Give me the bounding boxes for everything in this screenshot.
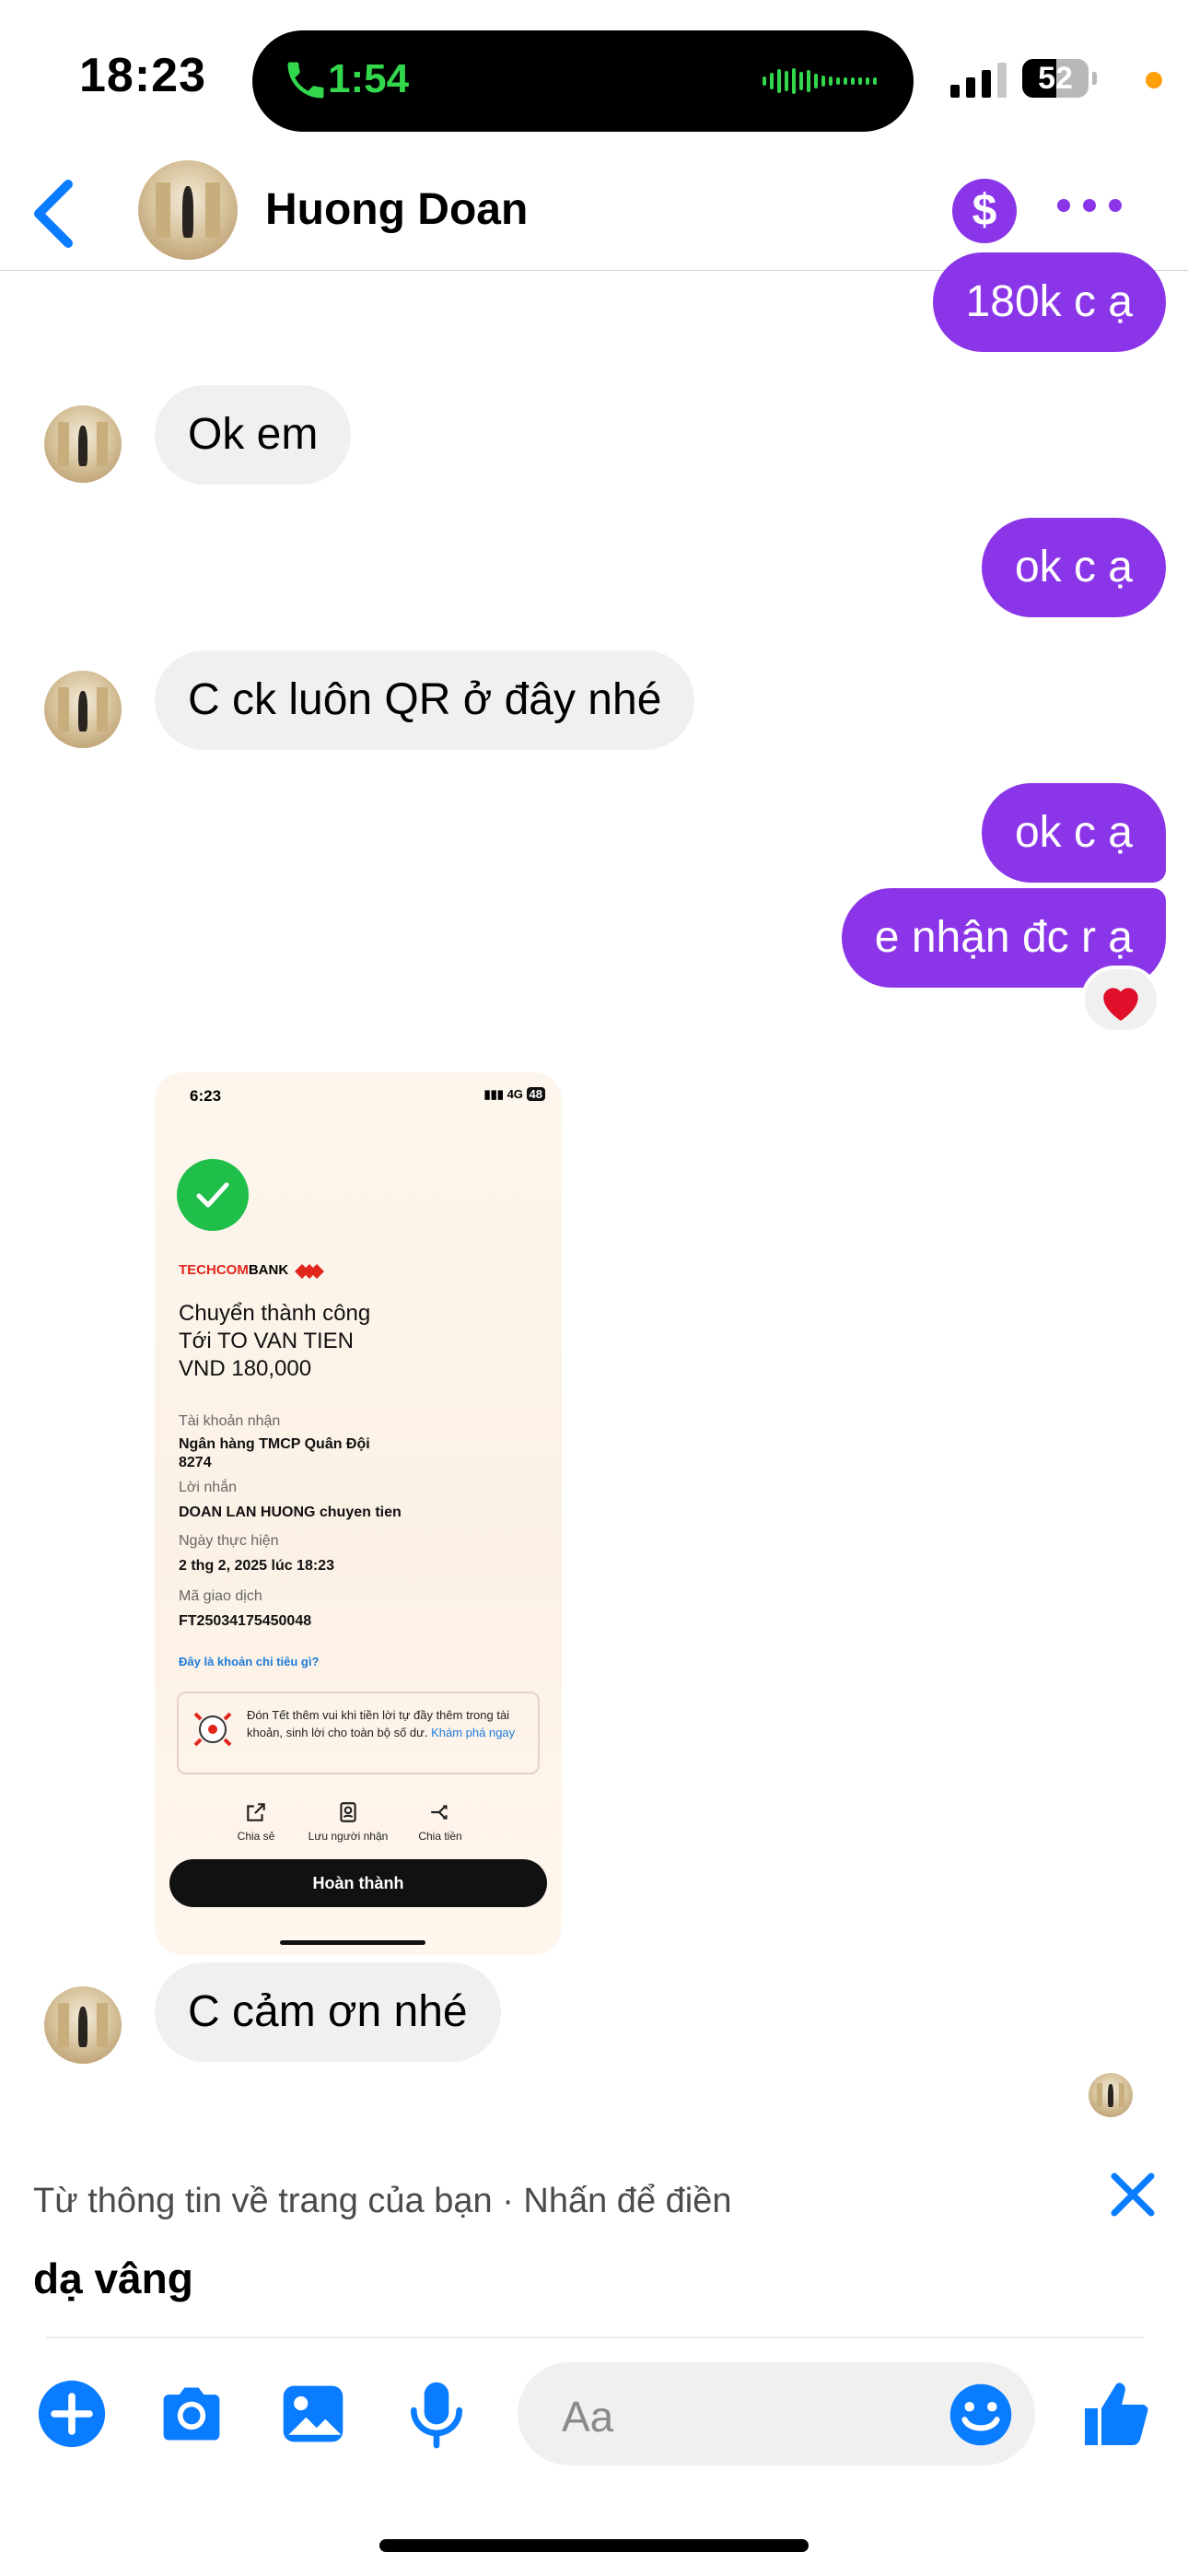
receipt-title: Chuyển thành công [179, 1301, 371, 1326]
image-icon[interactable] [278, 2379, 348, 2449]
suggestion-text[interactable]: dạ vâng [33, 2254, 193, 2303]
receipt-status: ▮▮▮ 4G 48 [483, 1087, 545, 1102]
receipt-category-link: Đây là khoản chi tiêu gì? [179, 1655, 320, 1669]
save-recipient-action: Lưu người nhận [302, 1800, 394, 1843]
microphone-icon[interactable] [402, 2379, 472, 2449]
receipt-promo: Đón Tết thêm vui khi tiền lời tự đầy thê… [177, 1692, 540, 1774]
split-icon [431, 1805, 448, 1820]
promo-icon [193, 1712, 232, 1747]
split-money-action: Chia tiền [394, 1800, 486, 1843]
battery-cap [1092, 72, 1097, 85]
message-input-placeholder: Aa [562, 2393, 614, 2441]
autofill-suggestion[interactable]: Từ thông tin về trang của bạn · Nhấn để … [0, 2147, 1188, 2340]
seen-avatar [1089, 2073, 1133, 2117]
receipt-txn-value: FT25034175450048 [179, 1613, 312, 1629]
receipt-amount: VND 180,000 [179, 1356, 312, 1381]
chevron-left-icon[interactable] [28, 177, 83, 251]
status-bar: 18:23 1:54 52 [0, 0, 1188, 157]
phone-icon [287, 62, 324, 99]
contact-name[interactable]: Huong Doan [265, 184, 528, 235]
receipt-done-button: Hoàn thành [169, 1859, 547, 1907]
composer: Aa [0, 2340, 1188, 2488]
message-incoming[interactable]: Ok em [155, 385, 352, 485]
message-outgoing[interactable]: ok c ạ [981, 783, 1166, 883]
receipt-account-number: 8274 [179, 1455, 212, 1470]
receipt-battery: 48 [526, 1087, 545, 1101]
receipt-account-bank: Ngân hàng TMCP Quân Đội [179, 1436, 370, 1452]
promo-link: Khám phá ngay [431, 1726, 516, 1739]
thumbs-up-icon[interactable] [1079, 2377, 1153, 2451]
receipt-actions: Chia sẻ Lưu người nhận Chia tiền [210, 1800, 505, 1856]
message-outgoing[interactable]: ok c ạ [981, 518, 1166, 617]
bank-logo-icon [295, 1264, 324, 1279]
emoji-icon[interactable] [949, 2383, 1013, 2447]
message-incoming[interactable]: C ck luôn QR ở đây nhé [155, 650, 695, 750]
bank-logo: TECHCOMBANK [179, 1262, 289, 1278]
dynamic-island-call[interactable]: 1:54 [252, 30, 914, 132]
check-icon [177, 1159, 249, 1231]
heart-icon [1103, 988, 1138, 1021]
plus-icon[interactable] [37, 2379, 107, 2449]
call-duration: 1:54 [328, 56, 410, 101]
share-action: Chia sẻ [210, 1800, 302, 1843]
avatar[interactable] [44, 405, 122, 483]
dollar-icon[interactable]: $ [952, 179, 1017, 243]
receipt-time: 6:23 [190, 1087, 222, 1105]
reaction-heart[interactable] [1081, 966, 1160, 1034]
receipt-txn-label: Mã giao dịch [179, 1588, 262, 1604]
receipt-date-label: Ngày thực hiện [179, 1533, 279, 1549]
divider [46, 2336, 1144, 2338]
share-icon [247, 1803, 265, 1821]
suggestion-hint: Từ thông tin về trang của bạn · Nhấn để … [33, 2182, 732, 2220]
message-incoming[interactable]: C cảm ơn nhé [155, 1962, 501, 2062]
receipt-account-label: Tài khoản nhận [179, 1413, 281, 1429]
signal-icon [950, 59, 1007, 98]
transfer-receipt-image[interactable]: 6:23 ▮▮▮ 4G 48 TECHCOMBANK Chuyển thành … [155, 1072, 562, 1955]
receipt-message-label: Lời nhắn [179, 1480, 237, 1495]
avatar[interactable] [44, 671, 122, 748]
more-icon[interactable] [1057, 199, 1122, 212]
close-icon[interactable] [1105, 2167, 1160, 2222]
contact-icon [340, 1802, 356, 1822]
avatar[interactable] [138, 160, 238, 260]
receipt-network: 4G [507, 1087, 523, 1101]
receipt-date-value: 2 thg 2, 2025 lúc 18:23 [179, 1558, 334, 1574]
home-indicator [379, 2539, 809, 2552]
clock: 18:23 [79, 49, 206, 102]
message-outgoing[interactable]: 180k c ạ [932, 252, 1166, 352]
battery-level: 52 [1038, 61, 1073, 96]
receipt-message-value: DOAN LAN HUONG chuyen tien [179, 1505, 402, 1520]
receipt-recipient: Tới TO VAN TIEN [179, 1329, 354, 1353]
avatar[interactable] [44, 1986, 122, 2064]
camera-icon[interactable] [157, 2379, 227, 2449]
battery-icon: 52 [1022, 59, 1089, 98]
recording-dot [1146, 72, 1162, 88]
audio-wave-icon [763, 67, 877, 95]
receipt-home-indicator [280, 1940, 425, 1945]
